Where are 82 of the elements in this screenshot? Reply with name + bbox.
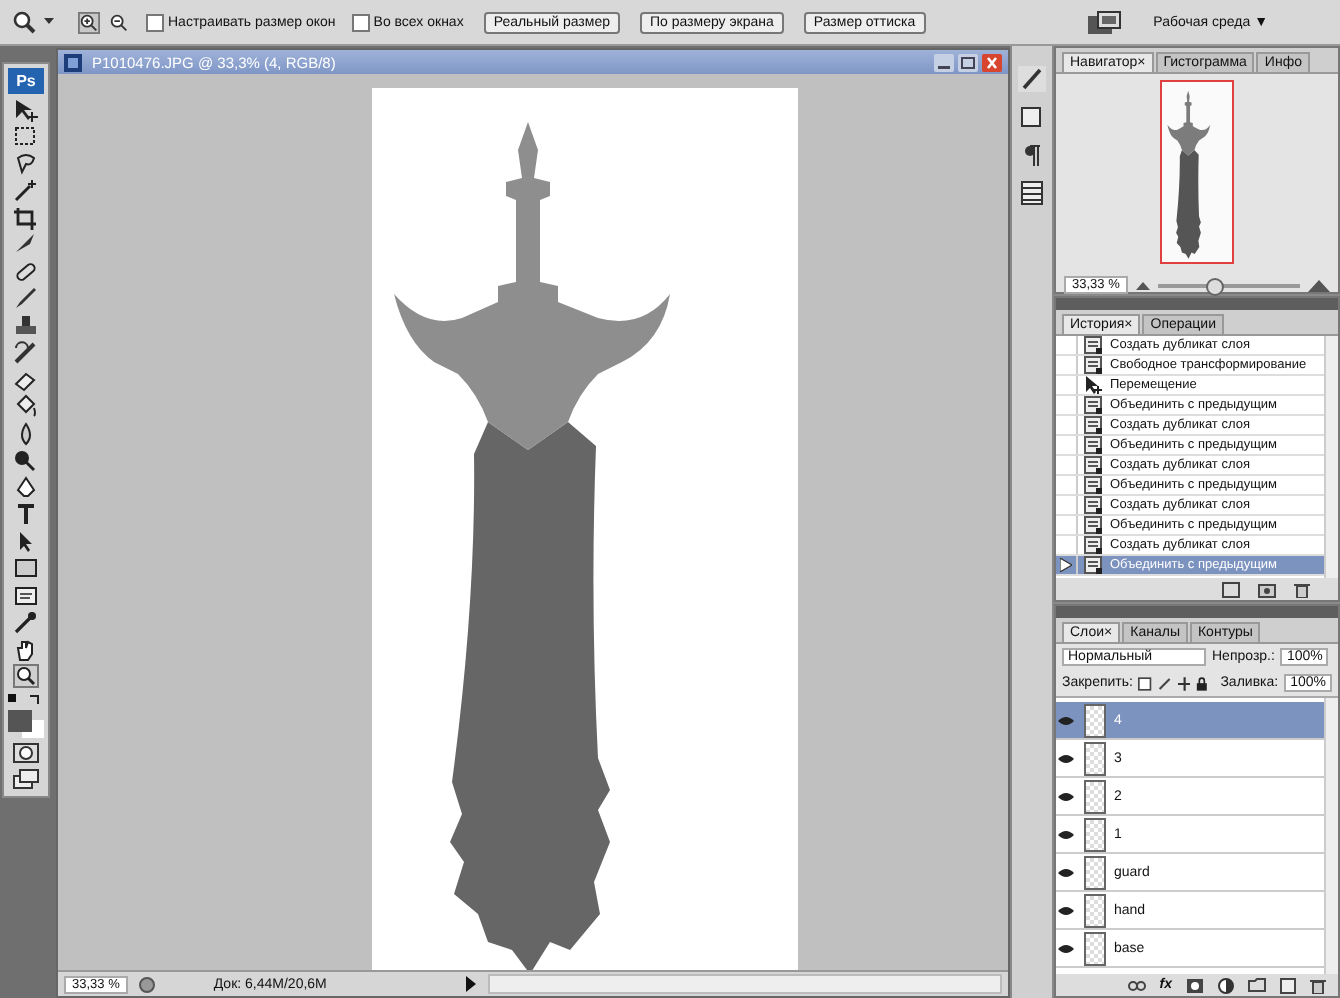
camera-icon[interactable] bbox=[1258, 581, 1276, 597]
note-icon[interactable] bbox=[12, 583, 40, 607]
eraser-icon[interactable] bbox=[12, 367, 40, 391]
horizontal-scrollbar[interactable] bbox=[487, 974, 1002, 994]
lock-icon[interactable] bbox=[1196, 675, 1209, 691]
history-brush-icon[interactable] bbox=[12, 340, 40, 364]
eyedropper-icon[interactable] bbox=[12, 610, 40, 634]
zoom-in-icon[interactable] bbox=[78, 11, 100, 33]
layer-thumbnail bbox=[1084, 931, 1106, 965]
status-icon[interactable] bbox=[137, 975, 156, 993]
zoom-icon[interactable] bbox=[12, 664, 40, 688]
lasso-icon[interactable] bbox=[12, 151, 40, 175]
grid-icon[interactable] bbox=[1018, 180, 1046, 206]
move-icon[interactable] bbox=[1177, 675, 1191, 691]
eye-icon[interactable] bbox=[1058, 829, 1074, 839]
document-icon bbox=[1084, 336, 1104, 354]
layer-comps-icon[interactable] bbox=[1018, 104, 1046, 130]
close-icon[interactable] bbox=[982, 53, 1002, 71]
maximize-icon[interactable] bbox=[958, 53, 978, 71]
crop-icon[interactable] bbox=[12, 205, 40, 229]
quick-mask-icon[interactable] bbox=[12, 742, 40, 764]
eye-icon[interactable] bbox=[1058, 905, 1074, 915]
play-icon[interactable] bbox=[463, 976, 478, 992]
document-icon bbox=[1084, 476, 1104, 494]
layer-thumbnail bbox=[1084, 855, 1106, 889]
pen-icon[interactable] bbox=[12, 475, 40, 499]
zoom-in-icon[interactable] bbox=[1308, 279, 1330, 291]
document-icon bbox=[1084, 396, 1104, 414]
document-icon bbox=[1084, 536, 1104, 554]
minimize-icon[interactable] bbox=[934, 53, 954, 71]
vertical-scrollbar[interactable] bbox=[1324, 698, 1338, 974]
history-state-icon bbox=[1060, 558, 1072, 572]
shape-icon[interactable] bbox=[12, 556, 40, 580]
layer-thumbnail bbox=[1084, 817, 1106, 851]
brush-icon[interactable] bbox=[12, 286, 40, 310]
document-icon bbox=[1084, 356, 1104, 374]
brush-icon[interactable] bbox=[1158, 675, 1172, 691]
vertical-scrollbar[interactable] bbox=[1324, 336, 1338, 578]
folder-icon[interactable] bbox=[1248, 978, 1266, 992]
screen-mode-icon[interactable] bbox=[12, 767, 40, 789]
document-icon bbox=[64, 53, 82, 71]
checkbox[interactable] bbox=[146, 13, 164, 31]
document-icon bbox=[1084, 456, 1104, 474]
layer-thumbnail bbox=[1084, 893, 1106, 927]
trash-icon[interactable] bbox=[1310, 977, 1326, 993]
checkbox[interactable] bbox=[351, 13, 370, 31]
marquee-icon[interactable] bbox=[12, 124, 40, 148]
wand-icon[interactable] bbox=[12, 178, 40, 202]
zoom-icon[interactable] bbox=[12, 10, 36, 34]
eye-icon[interactable] bbox=[1058, 943, 1074, 953]
layer-thumbnail bbox=[1084, 779, 1106, 813]
stamp-icon[interactable] bbox=[12, 313, 40, 337]
new-layer-icon[interactable] bbox=[1280, 977, 1296, 993]
mask-icon[interactable] bbox=[1186, 977, 1204, 993]
lock-transparency-icon[interactable] bbox=[1138, 675, 1153, 691]
document-icon bbox=[1084, 556, 1104, 574]
text-icon[interactable] bbox=[12, 502, 40, 526]
dodge-icon[interactable] bbox=[12, 448, 40, 472]
snapshot-icon[interactable] bbox=[1222, 581, 1240, 597]
zoom-out-icon[interactable] bbox=[1135, 280, 1150, 290]
trash-icon[interactable] bbox=[1294, 581, 1310, 597]
layer-thumbnail bbox=[1084, 741, 1106, 775]
document-icon bbox=[1084, 416, 1104, 434]
zoom-slider[interactable] bbox=[1206, 277, 1225, 295]
document-icon bbox=[1084, 516, 1104, 534]
layer-thumbnail bbox=[1084, 703, 1106, 737]
eye-icon[interactable] bbox=[1058, 753, 1074, 763]
document-icon bbox=[1084, 436, 1104, 454]
eye-icon[interactable] bbox=[1058, 791, 1074, 801]
link-icon[interactable] bbox=[1127, 979, 1146, 991]
workspace-icon[interactable] bbox=[1085, 9, 1122, 35]
caret-icon[interactable] bbox=[44, 18, 54, 26]
brush-icon[interactable] bbox=[1018, 66, 1046, 92]
color-swatches-icon[interactable] bbox=[6, 691, 46, 739]
move-icon[interactable] bbox=[12, 97, 40, 121]
document-icon bbox=[1084, 496, 1104, 514]
app-logo: Ps bbox=[8, 68, 44, 94]
zoom-out-icon[interactable] bbox=[108, 11, 130, 33]
move-icon bbox=[1084, 376, 1104, 394]
eye-icon[interactable] bbox=[1058, 867, 1074, 877]
adjustment-icon[interactable] bbox=[1218, 977, 1234, 993]
bucket-icon[interactable] bbox=[12, 394, 40, 418]
